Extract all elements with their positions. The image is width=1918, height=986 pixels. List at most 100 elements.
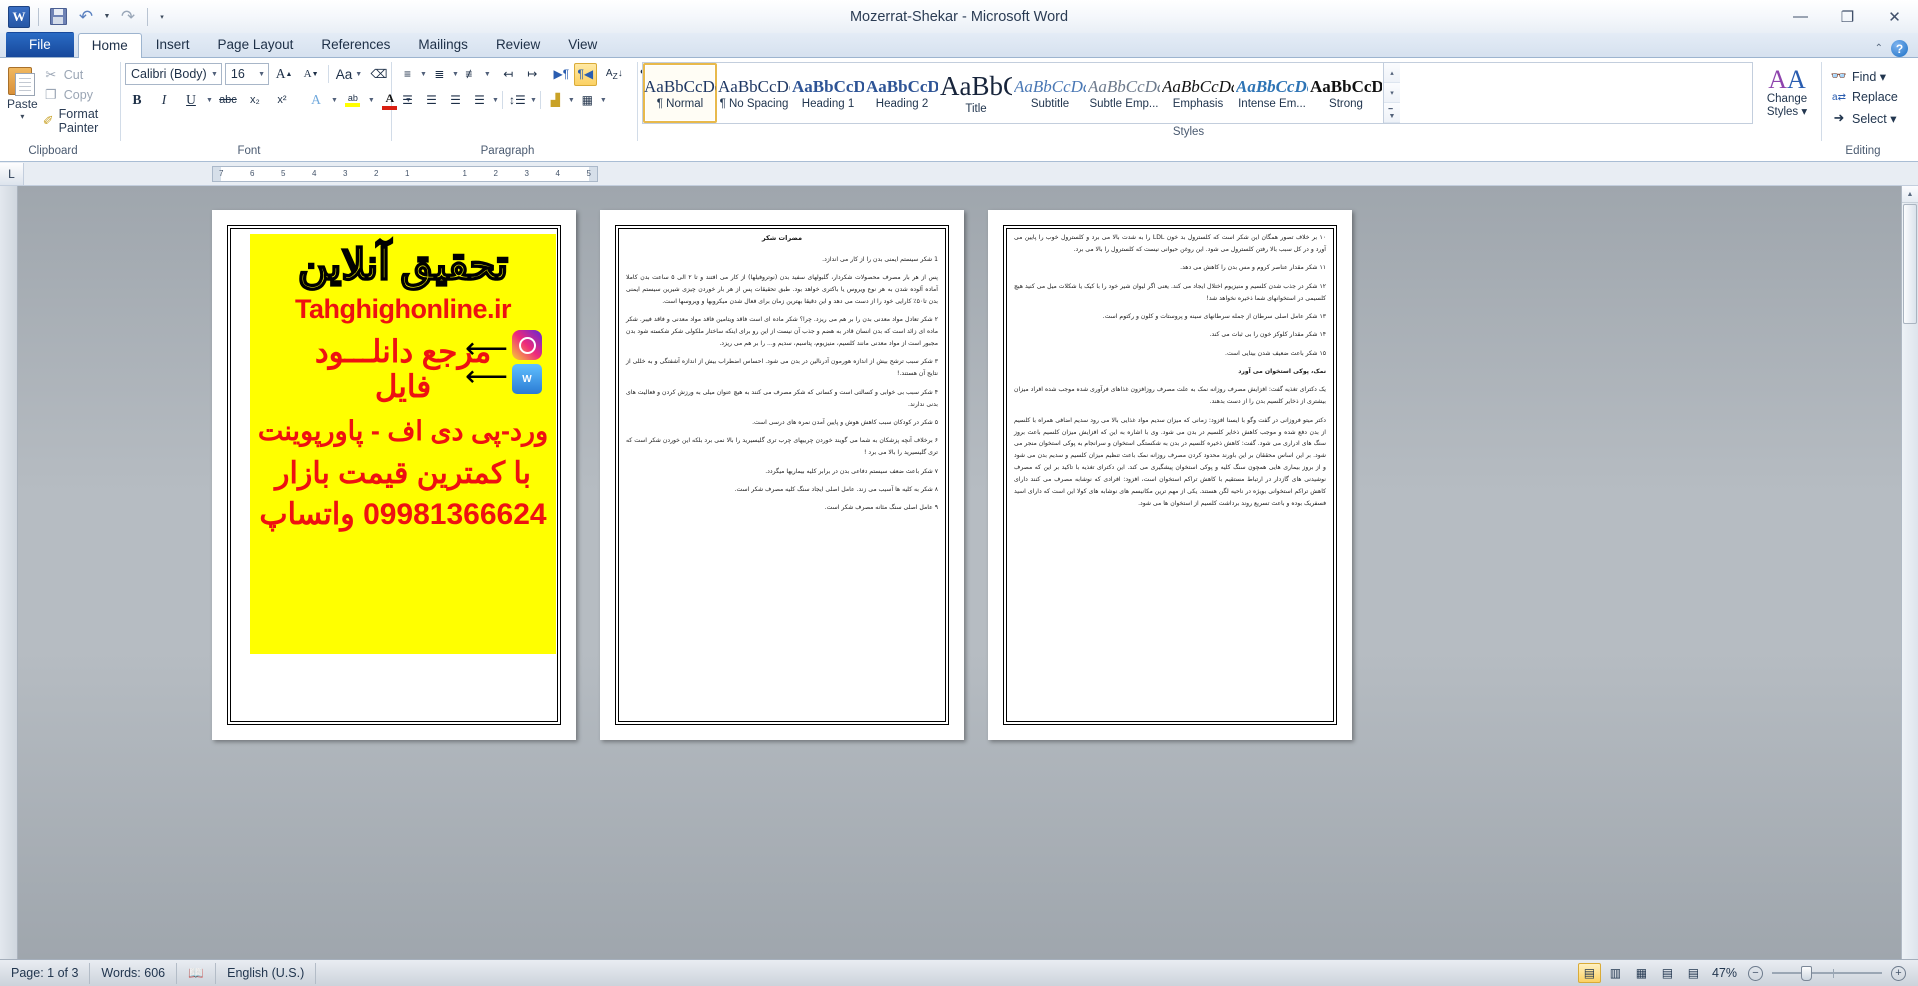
page-2[interactable]: مضرات شکر 1 شکر سیستم ایمنی بدن را از کا…: [600, 210, 964, 740]
style-no-spacing[interactable]: AaBbCcDdEe ¶ No Spacing: [717, 63, 791, 123]
underline-dropdown[interactable]: ▼: [206, 97, 213, 104]
ltr-text-direction-button[interactable]: ▶¶: [550, 63, 573, 86]
shading-dropdown[interactable]: ▼: [568, 97, 575, 104]
styles-scroll-down-button[interactable]: ▾: [1384, 83, 1400, 103]
scroll-up-button[interactable]: ▲: [1902, 186, 1918, 203]
line-spacing-dropdown[interactable]: ▼: [530, 97, 537, 104]
zoom-slider[interactable]: [1772, 965, 1882, 981]
style-emphasis[interactable]: AaBbCcDdEe Emphasis: [1161, 63, 1235, 123]
bullets-button[interactable]: ≡: [396, 63, 419, 86]
tab-insert[interactable]: Insert: [142, 32, 204, 57]
increase-indent-button[interactable]: ↦: [521, 63, 544, 86]
restore-button[interactable]: ❐: [1824, 0, 1871, 33]
borders-dropdown[interactable]: ▼: [600, 97, 607, 104]
highlight-dropdown[interactable]: ▼: [368, 97, 375, 104]
undo-dropdown[interactable]: ▼: [101, 4, 113, 30]
view-web-layout-button[interactable]: ▦: [1630, 963, 1653, 983]
highlight-button[interactable]: ab: [341, 88, 365, 112]
find-button[interactable]: 👓 Find ▾: [1827, 66, 1890, 86]
align-left-button[interactable]: ☰: [396, 89, 419, 112]
bold-button[interactable]: B: [125, 88, 149, 112]
undo-button[interactable]: ↶: [73, 4, 99, 30]
strikethrough-button[interactable]: abc: [216, 88, 240, 112]
cut-button[interactable]: ✂ Cut: [39, 66, 115, 84]
align-right-button[interactable]: ☰: [444, 89, 467, 112]
zoom-slider-thumb[interactable]: [1800, 965, 1812, 981]
word-count[interactable]: Words: 606: [90, 962, 178, 984]
style-heading-2[interactable]: AaBbCcDdEe Heading 2: [865, 63, 939, 123]
style-subtle-emphasis[interactable]: AaBbCcDdEe Subtle Emp...: [1087, 63, 1161, 123]
font-name-combo[interactable]: Calibri (Body) ▼: [125, 63, 222, 85]
tab-file[interactable]: File: [6, 32, 74, 57]
decrease-indent-button[interactable]: ↤: [497, 63, 520, 86]
help-icon[interactable]: ?: [1891, 40, 1908, 57]
styles-gallery-scrollbar[interactable]: ▴ ▾ ━ ▼: [1383, 63, 1400, 123]
view-full-screen-reading-button[interactable]: ▥: [1604, 963, 1627, 983]
italic-button[interactable]: I: [152, 88, 176, 112]
document-canvas[interactable]: تحقیق آنلاین Tahghighonline.ir مرجع دانل…: [0, 186, 1918, 959]
text-effects-dropdown[interactable]: ▼: [331, 97, 338, 104]
collapse-ribbon-icon[interactable]: ⌃: [1875, 43, 1883, 54]
format-painter-button[interactable]: ✐ Format Painter: [39, 106, 115, 136]
style-title[interactable]: AaBbCcDdEe Title: [939, 63, 1013, 123]
view-draft-button[interactable]: ▤: [1682, 963, 1705, 983]
page-3[interactable]: ۱۰ بر خلاف تصور همگان این شکر است که کلس…: [988, 210, 1352, 740]
proofing-status[interactable]: 📖: [177, 962, 217, 984]
clear-formatting-button[interactable]: ⌫: [367, 62, 391, 86]
line-spacing-button[interactable]: ↕☰: [506, 89, 529, 112]
language-indicator[interactable]: English (U.S.): [216, 962, 317, 984]
replace-button[interactable]: a⇄ Replace: [1827, 87, 1902, 107]
text-effects-button[interactable]: A: [304, 88, 328, 112]
save-button[interactable]: [45, 4, 71, 30]
close-button[interactable]: ✕: [1871, 0, 1918, 33]
rtl-text-direction-button[interactable]: ¶◀: [573, 62, 597, 86]
tab-mailings[interactable]: Mailings: [404, 32, 482, 57]
shading-button[interactable]: ▟: [544, 89, 567, 112]
borders-button[interactable]: ▦: [576, 89, 599, 112]
grow-font-button[interactable]: A ▲: [272, 62, 296, 86]
page-indicator[interactable]: Page: 1 of 3: [0, 962, 91, 984]
styles-more-button[interactable]: ━ ▼: [1384, 103, 1400, 123]
zoom-level-label[interactable]: 47%: [1708, 966, 1745, 980]
app-menu-button[interactable]: W: [6, 4, 32, 30]
multilevel-dropdown[interactable]: ▼: [484, 71, 491, 78]
styles-scroll-up-button[interactable]: ▴: [1384, 63, 1400, 83]
paste-button[interactable]: Paste ▾: [6, 63, 39, 121]
numbering-button[interactable]: ≣: [428, 63, 451, 86]
justify-button[interactable]: ☰: [468, 89, 491, 112]
shrink-font-button[interactable]: A ▼: [299, 62, 323, 86]
change-case-button[interactable]: Aa ▼: [334, 62, 364, 86]
redo-button[interactable]: ↷: [115, 4, 141, 30]
style-subtitle[interactable]: AaBbCcDdEe Subtitle: [1013, 63, 1087, 123]
align-center-button[interactable]: ☰: [420, 89, 443, 112]
view-outline-button[interactable]: ▤: [1656, 963, 1679, 983]
chevron-down-icon[interactable]: ▾: [20, 112, 24, 121]
tab-view[interactable]: View: [554, 32, 611, 57]
customize-qat-button[interactable]: ▾: [154, 4, 170, 30]
scrollbar-thumb[interactable]: [1903, 204, 1917, 324]
document-vertical-scrollbar[interactable]: ▲: [1901, 186, 1918, 959]
superscript-button[interactable]: x²: [270, 88, 294, 112]
select-button[interactable]: ➜ Select ▾: [1827, 108, 1901, 128]
minimize-button[interactable]: —: [1777, 0, 1824, 33]
view-print-layout-button[interactable]: ▤: [1577, 963, 1601, 983]
font-size-combo[interactable]: 16 ▼: [224, 63, 270, 85]
subscript-button[interactable]: x₂: [243, 88, 267, 112]
style-intense-emphasis[interactable]: AaBbCcDdEe Intense Em...: [1235, 63, 1309, 123]
page-3-text[interactable]: ۱۰ بر خلاف تصور همگان این شکر است که کلس…: [1014, 232, 1326, 714]
horizontal-ruler[interactable]: 7 6 5 4 3 2 1 1 2 3 4 5: [212, 165, 598, 182]
multilevel-list-button[interactable]: ≢: [460, 63, 483, 86]
page-2-text[interactable]: مضرات شکر 1 شکر سیستم ایمنی بدن را از کا…: [626, 232, 938, 714]
page-1[interactable]: تحقیق آنلاین Tahghighonline.ir مرجع دانل…: [212, 210, 576, 740]
tab-home[interactable]: Home: [77, 33, 142, 58]
tab-page-layout[interactable]: Page Layout: [204, 32, 308, 57]
style-heading-1[interactable]: AaBbCcDdEe Heading 1: [791, 63, 865, 123]
style-strong[interactable]: AaBbCcDdEe Strong: [1309, 63, 1383, 123]
justify-dropdown[interactable]: ▼: [492, 97, 499, 104]
zoom-out-button[interactable]: −: [1748, 965, 1763, 981]
bullets-dropdown[interactable]: ▼: [420, 71, 427, 78]
numbering-dropdown[interactable]: ▼: [452, 71, 459, 78]
tab-review[interactable]: Review: [482, 32, 554, 57]
change-styles-button[interactable]: AA Change Styles ▾: [1758, 63, 1816, 119]
sort-button[interactable]: AZ↓: [603, 63, 626, 86]
